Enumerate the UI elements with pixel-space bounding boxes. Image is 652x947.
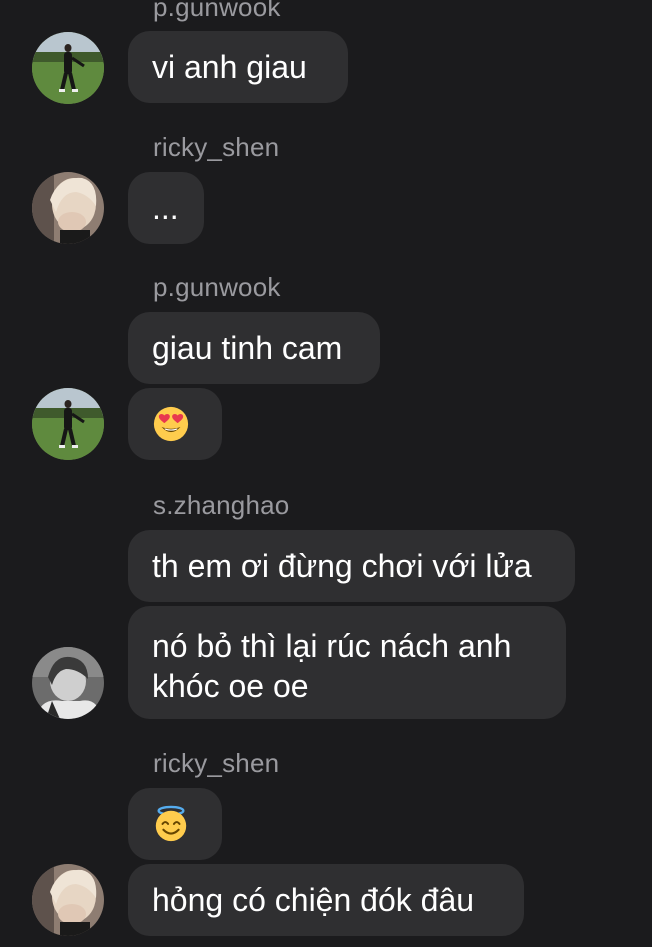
message-bubble[interactable]: nó bỏ thì lại rúc nách anh khóc oe oe: [128, 606, 566, 719]
avatar-image: [32, 647, 104, 719]
message-text: hỏng có chiện đók đâu: [152, 882, 475, 918]
avatar-ricky-shen[interactable]: [32, 864, 104, 936]
message-bubble[interactable]: th em ơi đừng chơi với lửa: [128, 530, 575, 602]
message-text: giau tinh cam: [152, 330, 343, 366]
emoji-message-bubble[interactable]: [128, 388, 222, 460]
avatar-image: [32, 172, 104, 244]
avatar-image: [32, 864, 104, 936]
sender-name: p.gunwook: [153, 272, 281, 302]
sender-name: p.gunwook: [153, 0, 281, 22]
sender-name: ricky_shen: [153, 132, 280, 162]
avatar-s-zhanghao[interactable]: [32, 647, 104, 719]
emoji-message-bubble[interactable]: [128, 788, 222, 860]
message-text: ...: [152, 190, 179, 226]
heart-eyes-emoji-icon: [153, 406, 189, 442]
avatar-ricky-shen[interactable]: [32, 172, 104, 244]
message-bubble[interactable]: giau tinh cam: [128, 312, 380, 384]
message-bubble[interactable]: ...: [128, 172, 204, 244]
message-text: vi anh giau: [152, 49, 307, 85]
message-text: nó bỏ thì lại rúc nách anh khóc oe oe: [152, 628, 512, 704]
message-text: th em ơi đừng chơi với lửa: [152, 548, 532, 584]
avatar-image: [32, 388, 104, 460]
sender-name: ricky_shen: [153, 748, 280, 778]
sender-name: s.zhanghao: [153, 490, 290, 520]
avatar-p-gunwook[interactable]: [32, 388, 104, 460]
avatar-p-gunwook[interactable]: [32, 32, 104, 104]
chat-thread: p.gunwook vi anh giau ricky_shen ... p.g…: [0, 0, 652, 947]
avatar-image: [32, 32, 104, 104]
message-bubble[interactable]: vi anh giau: [128, 31, 348, 103]
message-bubble[interactable]: hỏng có chiện đók đâu: [128, 864, 524, 936]
halo-smile-emoji-icon: [155, 805, 187, 842]
